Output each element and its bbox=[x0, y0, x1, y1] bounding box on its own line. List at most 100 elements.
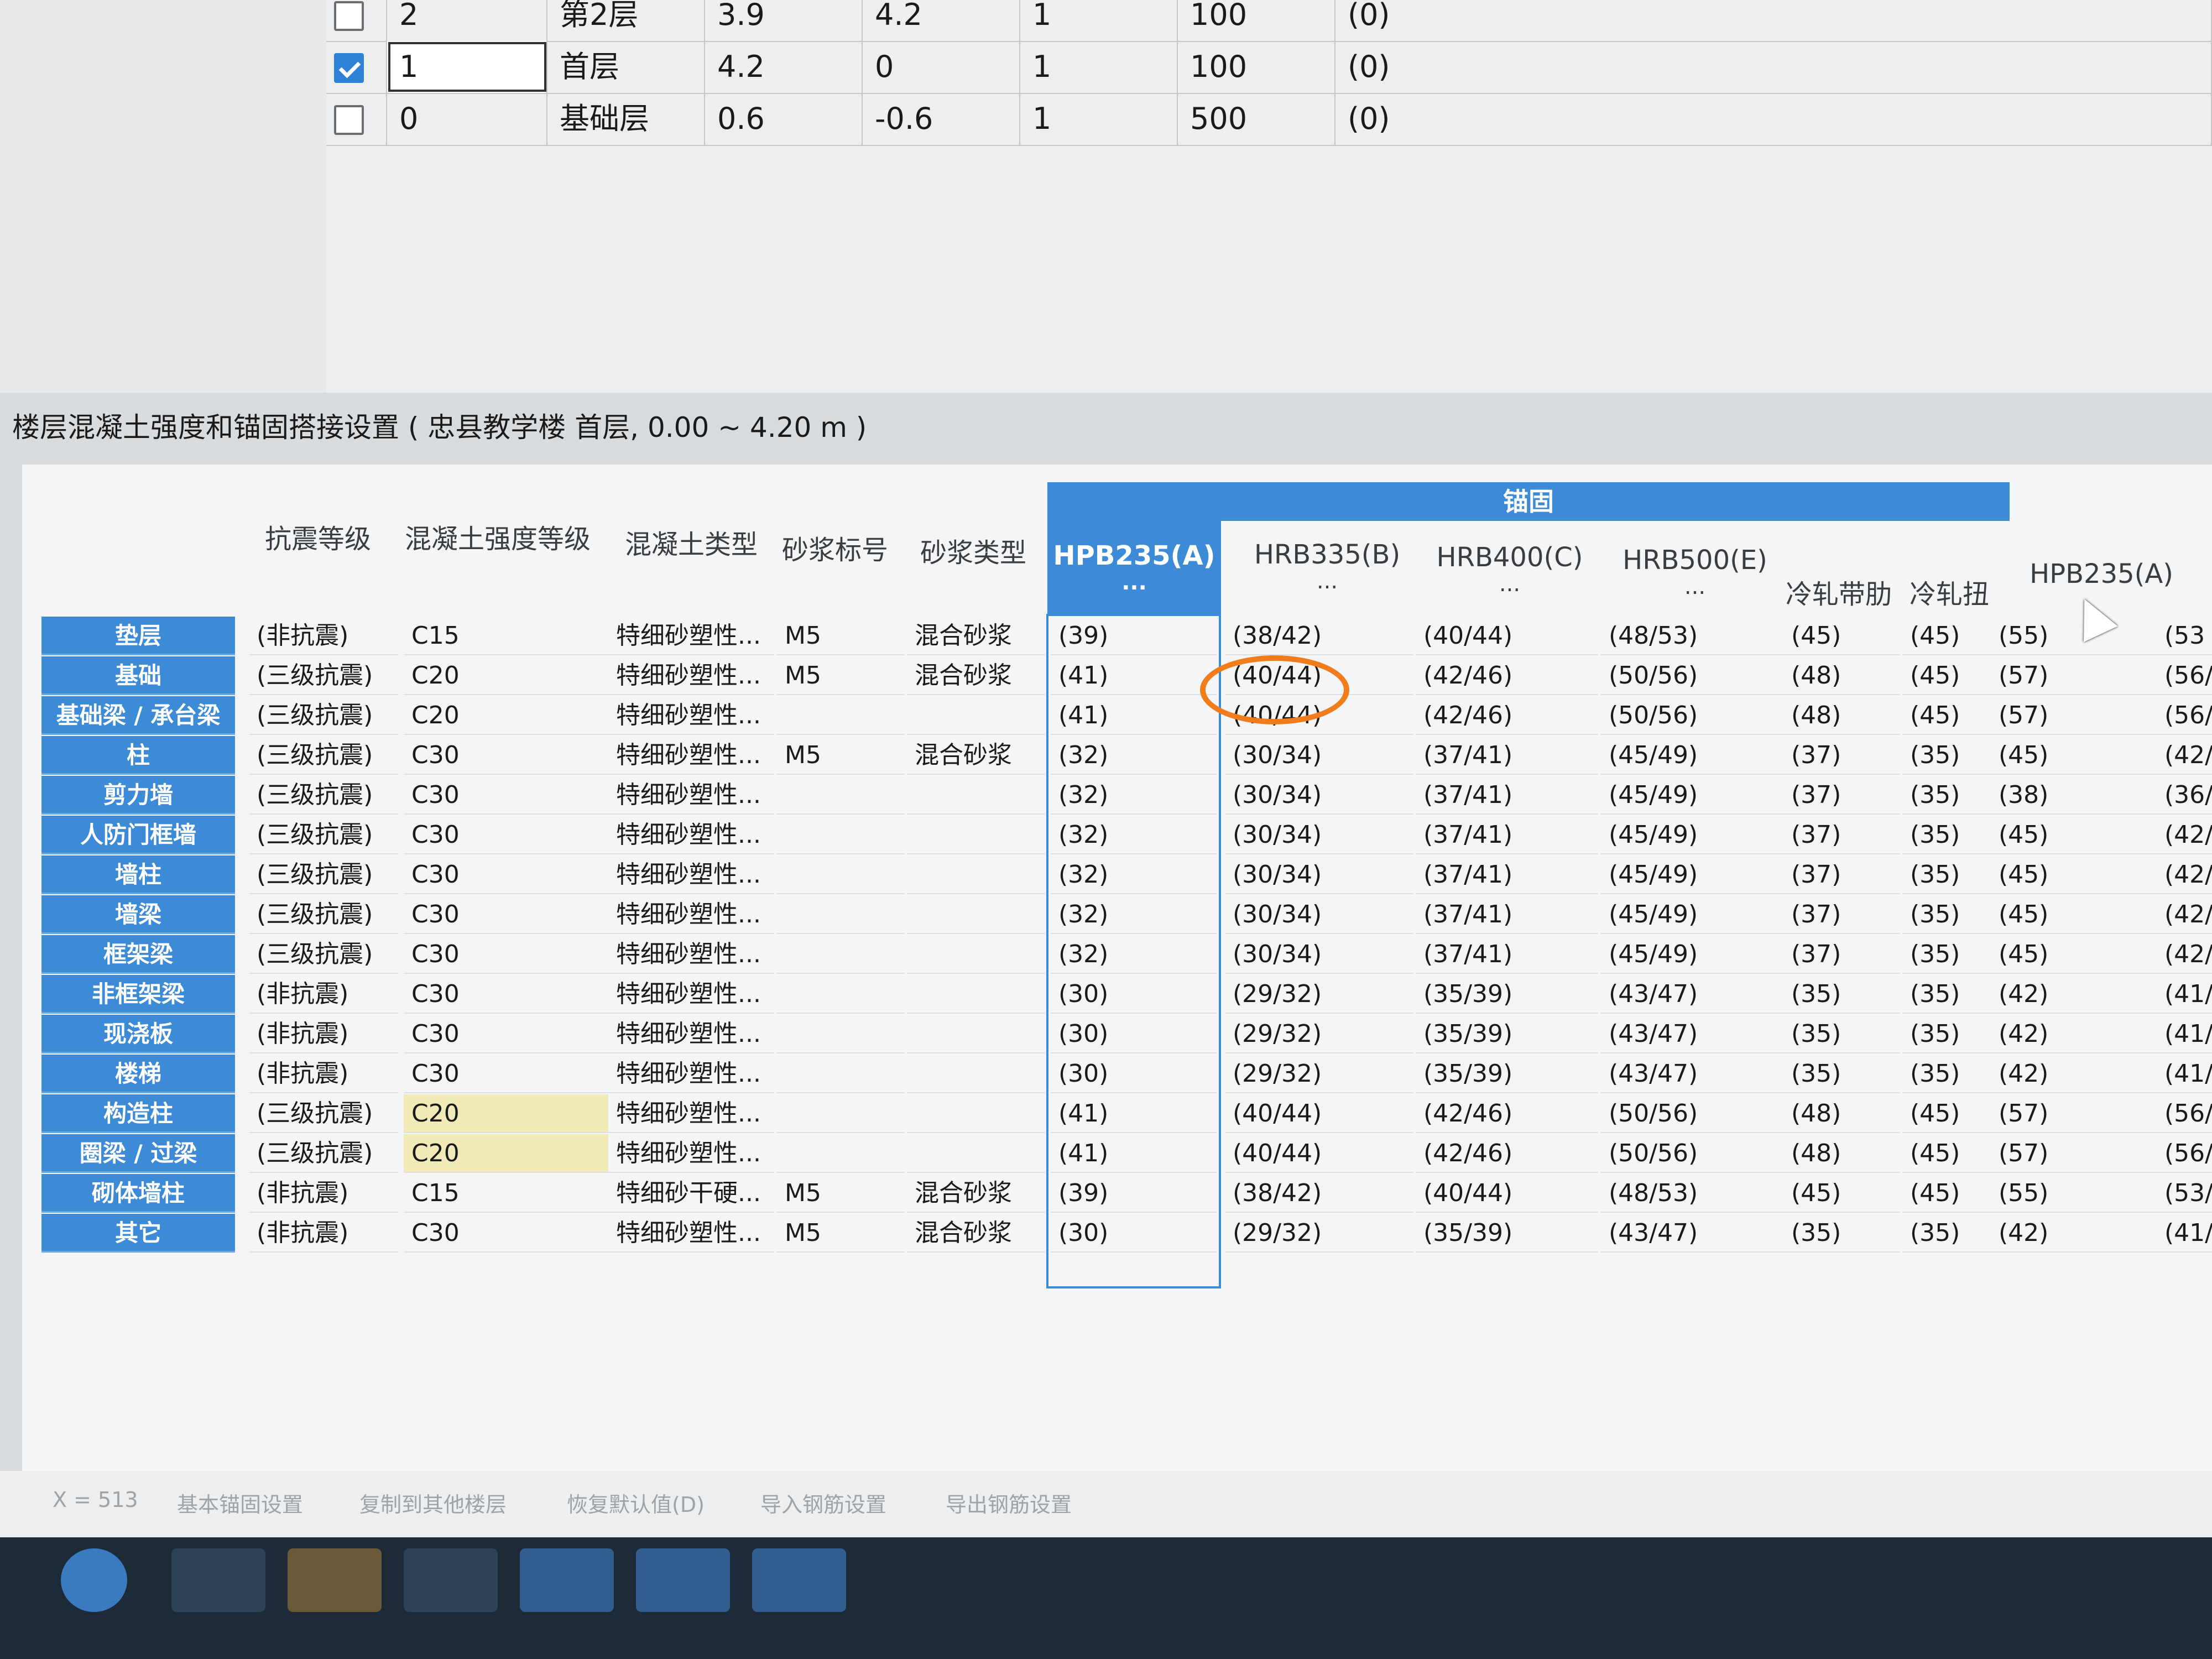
file-explorer-icon[interactable] bbox=[171, 1548, 265, 1612]
floor-cell-area[interactable]: (0) bbox=[1335, 41, 2212, 93]
grid-cell-hrb400[interactable]: (37/41) bbox=[1416, 816, 1598, 854]
grid-cell-x1[interactable]: (55) bbox=[1991, 617, 2157, 655]
grid-cell-hrb335[interactable]: (29/32) bbox=[1225, 975, 1413, 1014]
grid-cell-ct[interactable]: (35) bbox=[1902, 816, 1991, 854]
grid-cell-ct[interactable]: (45) bbox=[1902, 696, 1991, 735]
grid-cell-hrb500[interactable]: (45/49) bbox=[1601, 736, 1783, 775]
grid-cell-hrb335[interactable]: (30/34) bbox=[1225, 935, 1413, 974]
row-label[interactable]: 基础 bbox=[41, 656, 235, 695]
grid-cell-x1[interactable]: (45) bbox=[1991, 935, 2157, 974]
header-hrb335[interactable]: HRB335(B) ... bbox=[1233, 539, 1421, 592]
row-label[interactable]: 砌体墙柱 bbox=[41, 1174, 235, 1213]
grid-cell-mtype[interactable] bbox=[907, 895, 1045, 934]
grid-cell-ctype[interactable]: 特细砂塑性... bbox=[608, 1134, 774, 1173]
grid-cell-x2[interactable]: (56/62) bbox=[2157, 1094, 2212, 1133]
import-rebar-settings-button[interactable]: 导入钢筋设置 bbox=[760, 1488, 886, 1518]
grid-cell-ctype[interactable]: 特细砂干硬... bbox=[608, 1174, 774, 1213]
grid-cell-x2[interactable]: (53/59) bbox=[2157, 1174, 2212, 1213]
grid-cell-seismic[interactable]: (三级抗震) bbox=[249, 855, 398, 894]
grid-cell-ctype[interactable]: 特细砂塑性... bbox=[608, 656, 774, 695]
header-hpb235[interactable]: HPB235(A) ... bbox=[1047, 521, 1221, 614]
start-button-icon[interactable] bbox=[61, 1548, 127, 1612]
grid-cell-crb[interactable]: (37) bbox=[1783, 816, 1900, 854]
copy-to-other-floors-button[interactable]: 复制到其他楼层 bbox=[359, 1488, 507, 1518]
grid-cell-hrb500[interactable]: (43/47) bbox=[1601, 975, 1783, 1014]
grid-cell-x1[interactable]: (57) bbox=[1991, 1134, 2157, 1173]
grid-cell-mtype[interactable] bbox=[907, 975, 1045, 1014]
grid-cell-seismic[interactable]: (非抗震) bbox=[249, 1214, 398, 1253]
grid-cell-hrb500[interactable]: (45/49) bbox=[1601, 935, 1783, 974]
grid-cell-crb[interactable]: (35) bbox=[1783, 1015, 1900, 1053]
grid-cell-seismic[interactable]: (非抗震) bbox=[249, 1174, 398, 1213]
row-label[interactable]: 墙柱 bbox=[41, 855, 235, 894]
grid-cell-hrb335[interactable]: (38/42) bbox=[1225, 617, 1413, 655]
grid-cell-crb[interactable]: (45) bbox=[1783, 1174, 1900, 1213]
grid-cell-x2[interactable]: (42/48) bbox=[2157, 855, 2212, 894]
grid-cell-mgrade[interactable] bbox=[777, 696, 904, 735]
grid-cell-ctype[interactable]: 特细砂塑性... bbox=[608, 617, 774, 655]
grid-cell-x1[interactable]: (42) bbox=[1991, 1055, 2157, 1093]
grid-cell-x1[interactable]: (45) bbox=[1991, 855, 2157, 894]
row-label[interactable]: 楼梯 bbox=[41, 1055, 235, 1093]
grid-cell-hrb335[interactable]: (30/34) bbox=[1225, 776, 1413, 815]
grid-cell-grade[interactable]: C20 bbox=[404, 656, 608, 695]
header-hrb400[interactable]: HRB400(C) ... bbox=[1427, 542, 1593, 595]
grid-cell-ct[interactable]: (35) bbox=[1902, 776, 1991, 815]
grid-cell-hrb400[interactable]: (35/39) bbox=[1416, 1015, 1598, 1053]
grid-cell-hrb400[interactable]: (35/39) bbox=[1416, 1214, 1598, 1253]
floor-checkbox[interactable] bbox=[334, 105, 364, 135]
grid-cell-seismic[interactable]: (三级抗震) bbox=[249, 736, 398, 775]
grid-cell-mtype[interactable]: 混合砂浆 bbox=[907, 1174, 1045, 1213]
grid-cell-hrb500[interactable]: (43/47) bbox=[1601, 1214, 1783, 1253]
grid-cell-mtype[interactable] bbox=[907, 1094, 1045, 1133]
floor-checkbox[interactable] bbox=[334, 1, 364, 31]
grid-cell-x2[interactable]: (36/4 bbox=[2157, 776, 2212, 815]
grid-cell-mgrade[interactable] bbox=[777, 1055, 904, 1093]
grid-cell-seismic[interactable]: (三级抗震) bbox=[249, 895, 398, 934]
grid-cell-crb[interactable]: (48) bbox=[1783, 696, 1900, 735]
header-cold-twisted[interactable]: 冷轧扭 bbox=[1902, 572, 1996, 611]
row-label[interactable]: 基础梁 / 承台梁 bbox=[41, 696, 235, 735]
grid-cell-hrb400[interactable]: (37/41) bbox=[1416, 935, 1598, 974]
grid-cell-mtype[interactable] bbox=[907, 776, 1045, 815]
header-hrb500[interactable]: HRB500(E) ... bbox=[1604, 545, 1786, 598]
row-label[interactable]: 其它 bbox=[41, 1214, 235, 1253]
grid-cell-hrb400[interactable]: (42/46) bbox=[1416, 656, 1598, 695]
grid-cell-mgrade[interactable] bbox=[777, 895, 904, 934]
grid-cell-grade[interactable]: C30 bbox=[404, 776, 608, 815]
grid-cell-ctype[interactable]: 特细砂塑性... bbox=[608, 1055, 774, 1093]
row-label[interactable]: 非框架梁 bbox=[41, 975, 235, 1014]
floor-row[interactable]: 0 基础层 0.6 -0.6 1 500 (0) bbox=[326, 93, 2212, 146]
grid-cell-grade[interactable]: C30 bbox=[404, 895, 608, 934]
grid-cell-hrb335[interactable]: (30/34) bbox=[1225, 816, 1413, 854]
row-label[interactable]: 现浇板 bbox=[41, 1015, 235, 1053]
grid-cell-x2[interactable]: (41/45) bbox=[2157, 1214, 2212, 1253]
grid-cell-seismic[interactable]: (三级抗震) bbox=[249, 1094, 398, 1133]
header-hpb235-lap[interactable]: HPB235(A) bbox=[2018, 559, 2184, 589]
grid-cell-crb[interactable]: (37) bbox=[1783, 895, 1900, 934]
grid-cell-mgrade[interactable]: M5 bbox=[777, 736, 904, 775]
grid-cell-x1[interactable]: (42) bbox=[1991, 1214, 2157, 1253]
row-label[interactable]: 构造柱 bbox=[41, 1094, 235, 1133]
grid-cell-ct[interactable]: (45) bbox=[1902, 617, 1991, 655]
grid-cell-hrb500[interactable]: (48/53) bbox=[1601, 617, 1783, 655]
grid-cell-seismic[interactable]: (三级抗震) bbox=[249, 816, 398, 854]
floor-cell-area[interactable]: (0) bbox=[1335, 93, 2212, 145]
grid-cell-seismic[interactable]: (三级抗震) bbox=[249, 656, 398, 695]
grid-cell-ctype[interactable]: 特细砂塑性... bbox=[608, 1015, 774, 1053]
grid-cell-grade[interactable]: C30 bbox=[404, 1214, 608, 1253]
grid-cell-crb[interactable]: (35) bbox=[1783, 975, 1900, 1014]
grid-cell-mtype[interactable]: 混合砂浆 bbox=[907, 736, 1045, 775]
grid-cell-hrb500[interactable]: (45/49) bbox=[1601, 855, 1783, 894]
grid-cell-hrb335[interactable]: (29/32) bbox=[1225, 1015, 1413, 1053]
grid-cell-crb[interactable]: (45) bbox=[1783, 617, 1900, 655]
grid-cell-crb[interactable]: (37) bbox=[1783, 736, 1900, 775]
row-label[interactable]: 墙梁 bbox=[41, 895, 235, 934]
grid-cell-hrb335[interactable]: (29/32) bbox=[1225, 1055, 1413, 1093]
grid-cell-seismic[interactable]: (非抗震) bbox=[249, 1015, 398, 1053]
grid-cell-seismic[interactable]: (三级抗震) bbox=[249, 935, 398, 974]
grid-cell-mtype[interactable]: 混合砂浆 bbox=[907, 656, 1045, 695]
grid-cell-crb[interactable]: (37) bbox=[1783, 935, 1900, 974]
grid-cell-ctype[interactable]: 特细砂塑性... bbox=[608, 895, 774, 934]
row-label[interactable]: 垫层 bbox=[41, 617, 235, 655]
